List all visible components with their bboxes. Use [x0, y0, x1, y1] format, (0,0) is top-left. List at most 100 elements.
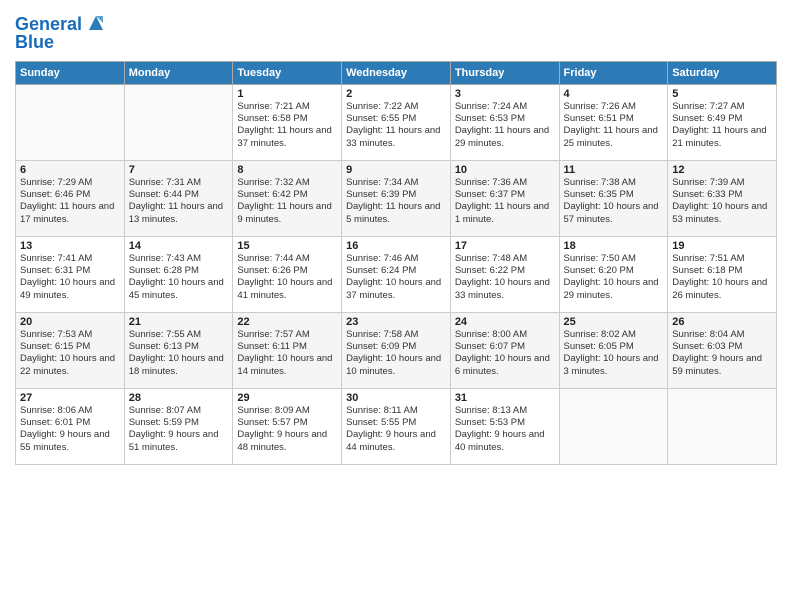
- day-info: Daylight: 11 hours and 21 minutes.: [672, 125, 772, 150]
- day-info: Daylight: 11 hours and 37 minutes.: [237, 125, 337, 150]
- calendar-cell: 26Sunrise: 8:04 AMSunset: 6:03 PMDayligh…: [668, 312, 777, 388]
- day-info: Sunrise: 8:11 AM: [346, 405, 446, 417]
- calendar-cell: 4Sunrise: 7:26 AMSunset: 6:51 PMDaylight…: [559, 84, 668, 160]
- day-info: Daylight: 11 hours and 9 minutes.: [237, 201, 337, 226]
- day-info: Sunrise: 8:13 AM: [455, 405, 555, 417]
- day-info: Sunset: 6:51 PM: [564, 113, 664, 125]
- day-header-wednesday: Wednesday: [342, 61, 451, 84]
- day-info: Sunrise: 7:29 AM: [20, 177, 120, 189]
- day-number: 4: [564, 88, 664, 100]
- day-number: 31: [455, 392, 555, 404]
- day-info: Sunset: 6:11 PM: [237, 341, 337, 353]
- calendar-cell: 5Sunrise: 7:27 AMSunset: 6:49 PMDaylight…: [668, 84, 777, 160]
- calendar-cell: 13Sunrise: 7:41 AMSunset: 6:31 PMDayligh…: [16, 236, 125, 312]
- day-info: Sunset: 6:03 PM: [672, 341, 772, 353]
- day-info: Daylight: 10 hours and 41 minutes.: [237, 277, 337, 302]
- calendar-cell: 19Sunrise: 7:51 AMSunset: 6:18 PMDayligh…: [668, 236, 777, 312]
- day-info: Daylight: 9 hours and 44 minutes.: [346, 429, 446, 454]
- calendar-cell: 1Sunrise: 7:21 AMSunset: 6:58 PMDaylight…: [233, 84, 342, 160]
- day-info: Sunset: 6:28 PM: [129, 265, 229, 277]
- day-info: Sunrise: 7:57 AM: [237, 329, 337, 341]
- day-info: Daylight: 10 hours and 26 minutes.: [672, 277, 772, 302]
- day-info: Sunset: 5:55 PM: [346, 417, 446, 429]
- day-info: Sunset: 6:35 PM: [564, 189, 664, 201]
- day-info: Daylight: 11 hours and 1 minute.: [455, 201, 555, 226]
- day-info: Sunrise: 7:51 AM: [672, 253, 772, 265]
- day-header-saturday: Saturday: [668, 61, 777, 84]
- logo: General Blue: [15, 15, 107, 53]
- day-info: Sunrise: 7:46 AM: [346, 253, 446, 265]
- day-info: Daylight: 10 hours and 49 minutes.: [20, 277, 120, 302]
- day-number: 12: [672, 164, 772, 176]
- day-number: 15: [237, 240, 337, 252]
- day-info: Sunrise: 7:24 AM: [455, 101, 555, 113]
- day-info: Daylight: 10 hours and 14 minutes.: [237, 353, 337, 378]
- calendar-cell: [668, 388, 777, 464]
- day-info: Daylight: 9 hours and 55 minutes.: [20, 429, 120, 454]
- day-info: Sunrise: 7:32 AM: [237, 177, 337, 189]
- calendar-cell: 11Sunrise: 7:38 AMSunset: 6:35 PMDayligh…: [559, 160, 668, 236]
- day-info: Daylight: 11 hours and 13 minutes.: [129, 201, 229, 226]
- calendar-table: SundayMondayTuesdayWednesdayThursdayFrid…: [15, 61, 777, 465]
- day-info: Daylight: 10 hours and 33 minutes.: [455, 277, 555, 302]
- day-info: Sunrise: 8:09 AM: [237, 405, 337, 417]
- day-info: Sunrise: 7:53 AM: [20, 329, 120, 341]
- calendar-cell: 31Sunrise: 8:13 AMSunset: 5:53 PMDayligh…: [450, 388, 559, 464]
- day-info: Sunset: 6:33 PM: [672, 189, 772, 201]
- day-info: Sunrise: 7:44 AM: [237, 253, 337, 265]
- day-header-tuesday: Tuesday: [233, 61, 342, 84]
- day-info: Sunrise: 8:00 AM: [455, 329, 555, 341]
- calendar-cell: 12Sunrise: 7:39 AMSunset: 6:33 PMDayligh…: [668, 160, 777, 236]
- day-number: 2: [346, 88, 446, 100]
- day-info: Daylight: 9 hours and 40 minutes.: [455, 429, 555, 454]
- day-info: Daylight: 11 hours and 5 minutes.: [346, 201, 446, 226]
- logo-blue: Blue: [15, 33, 107, 53]
- calendar-cell: 7Sunrise: 7:31 AMSunset: 6:44 PMDaylight…: [124, 160, 233, 236]
- day-info: Sunrise: 7:27 AM: [672, 101, 772, 113]
- day-number: 16: [346, 240, 446, 252]
- day-info: Sunset: 6:01 PM: [20, 417, 120, 429]
- calendar-cell: 10Sunrise: 7:36 AMSunset: 6:37 PMDayligh…: [450, 160, 559, 236]
- day-info: Sunset: 6:58 PM: [237, 113, 337, 125]
- day-info: Daylight: 10 hours and 3 minutes.: [564, 353, 664, 378]
- day-info: Sunset: 6:31 PM: [20, 265, 120, 277]
- calendar-cell: [559, 388, 668, 464]
- day-number: 14: [129, 240, 229, 252]
- day-header-sunday: Sunday: [16, 61, 125, 84]
- day-info: Daylight: 9 hours and 51 minutes.: [129, 429, 229, 454]
- day-info: Sunrise: 8:02 AM: [564, 329, 664, 341]
- day-info: Sunset: 6:44 PM: [129, 189, 229, 201]
- day-number: 5: [672, 88, 772, 100]
- day-number: 21: [129, 316, 229, 328]
- calendar-header-row: SundayMondayTuesdayWednesdayThursdayFrid…: [16, 61, 777, 84]
- calendar-cell: 14Sunrise: 7:43 AMSunset: 6:28 PMDayligh…: [124, 236, 233, 312]
- day-number: 19: [672, 240, 772, 252]
- day-info: Sunrise: 7:43 AM: [129, 253, 229, 265]
- day-number: 8: [237, 164, 337, 176]
- day-info: Sunrise: 7:50 AM: [564, 253, 664, 265]
- calendar-cell: 2Sunrise: 7:22 AMSunset: 6:55 PMDaylight…: [342, 84, 451, 160]
- day-number: 25: [564, 316, 664, 328]
- calendar-cell: 29Sunrise: 8:09 AMSunset: 5:57 PMDayligh…: [233, 388, 342, 464]
- day-number: 6: [20, 164, 120, 176]
- day-info: Sunrise: 7:48 AM: [455, 253, 555, 265]
- day-header-friday: Friday: [559, 61, 668, 84]
- day-number: 26: [672, 316, 772, 328]
- day-info: Sunset: 6:42 PM: [237, 189, 337, 201]
- day-info: Daylight: 10 hours and 37 minutes.: [346, 277, 446, 302]
- day-info: Sunrise: 7:34 AM: [346, 177, 446, 189]
- day-number: 10: [455, 164, 555, 176]
- day-info: Sunrise: 7:38 AM: [564, 177, 664, 189]
- day-number: 23: [346, 316, 446, 328]
- day-number: 11: [564, 164, 664, 176]
- day-info: Sunset: 6:46 PM: [20, 189, 120, 201]
- calendar-cell: 27Sunrise: 8:06 AMSunset: 6:01 PMDayligh…: [16, 388, 125, 464]
- day-info: Sunset: 6:22 PM: [455, 265, 555, 277]
- day-info: Sunset: 6:26 PM: [237, 265, 337, 277]
- calendar-cell: 22Sunrise: 7:57 AMSunset: 6:11 PMDayligh…: [233, 312, 342, 388]
- day-number: 20: [20, 316, 120, 328]
- calendar-cell: 15Sunrise: 7:44 AMSunset: 6:26 PMDayligh…: [233, 236, 342, 312]
- calendar-cell: [16, 84, 125, 160]
- week-row-1: 6Sunrise: 7:29 AMSunset: 6:46 PM Daylight…: [16, 160, 777, 236]
- day-info: Sunrise: 7:41 AM: [20, 253, 120, 265]
